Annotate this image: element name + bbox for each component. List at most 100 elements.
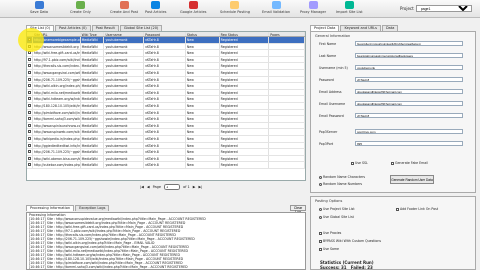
table-cell: [269, 56, 306, 63]
column-header[interactable]: Pages: [269, 32, 306, 36]
table-row[interactable]: http://www.someslidekit.org MediaWiki yout…: [27, 43, 306, 51]
table-row[interactable]: http://cutebor.com/index.php/WikiMediaWi…: [27, 162, 306, 169]
field-row: Email Address: [319, 89, 474, 94]
use-ssl-checkbox[interactable]: Use SSL: [351, 161, 368, 165]
column-header[interactable]: Password: [144, 32, 186, 36]
table-cell: Registered: [220, 109, 270, 116]
table-cell: [269, 37, 306, 43]
table-row[interactable]: http://thecalls.sis.com/index.phpMediaWi…: [27, 63, 306, 70]
field-input[interactable]: [355, 65, 463, 70]
generate-random-user-data-button[interactable]: Generate Random User Data: [390, 175, 434, 184]
table-cell: [269, 122, 306, 129]
table-row[interactable]: http://wiki.milo.net/mediawiki/index.php…: [27, 89, 306, 97]
table-row[interactable]: http://180.128.10.105/wiki/index.phpMedi…: [27, 102, 306, 110]
field-row: Username (min 5): [319, 65, 474, 70]
table-cell: [269, 76, 306, 83]
table-cell: New: [186, 155, 220, 162]
table-row[interactable]: http://www.gangsirai.com/wiki/index.phpM…: [27, 69, 306, 77]
table-cell: Registered: [220, 37, 270, 43]
field-input[interactable]: [355, 101, 463, 106]
table-row[interactable]: http://wikipedia.in/index.php MediaWiki yo…: [27, 135, 306, 143]
proxy-manager-button[interactable]: Proxy Manager: [300, 1, 326, 17]
table-cell: [269, 155, 306, 162]
project-select[interactable]: page1: [415, 5, 472, 12]
email-validation-button[interactable]: Email Validation: [262, 1, 290, 17]
random-chars-radio[interactable]: Random Name Characters: [319, 175, 365, 179]
add-footer-link-checkbox[interactable]: Add Footer Link On Post: [396, 207, 438, 211]
table-cell: vKTaHr.8: [144, 142, 186, 149]
create-and-post-button[interactable]: Create And Post: [110, 1, 138, 17]
use-project-site-list-radio[interactable]: Use Project Site List: [319, 207, 355, 211]
use-global-site-list-radio[interactable]: Use Global Site List: [319, 215, 354, 219]
clear-log-button[interactable]: Clear Log: [290, 205, 306, 214]
checkbox-box: [28, 130, 31, 134]
tab-processing-information[interactable]: Processing Information: [26, 205, 75, 211]
column-header[interactable]: Status: [186, 32, 220, 36]
generate-fake-email-label: Generate Fake Email: [395, 161, 428, 165]
option-box: [319, 231, 322, 235]
column-header[interactable]: Reg Status: [220, 32, 270, 36]
column-header[interactable]: Username: [104, 32, 145, 36]
field-input[interactable]: [355, 113, 463, 118]
prev-page-button[interactable]: ◀: [147, 185, 150, 189]
table-cell: Registered: [220, 56, 270, 63]
tab-exception-logs[interactable]: Exception Logs: [75, 205, 110, 211]
table-cell: http://206.71.109.225/~ggshowie: [33, 76, 81, 83]
use-proxies-checkbox[interactable]: Use Proxies: [319, 231, 341, 235]
table-cell: [269, 162, 306, 168]
create-only-button[interactable]: Create Only: [70, 1, 91, 17]
table-cell: MediaWiki: [81, 102, 105, 109]
table-row[interactable]: http://wiki.oberon.bisa.com/index.phpMed…: [27, 155, 306, 163]
next-page-button[interactable]: ▶: [193, 185, 196, 189]
project-label: Project: [400, 6, 414, 11]
save-data-button[interactable]: Save Data: [30, 1, 48, 17]
table-cell: youtubemonk: [104, 37, 145, 43]
google-icon: [188, 1, 198, 9]
table-row[interactable]: http://206.71.109.225/~ggshowieMediaWiki…: [27, 149, 306, 156]
use-same-checkbox[interactable]: Use Same: [319, 247, 339, 251]
last-page-button[interactable]: ▶|: [198, 185, 202, 189]
schedule-posting-button[interactable]: Schedule Posting: [220, 1, 250, 17]
table-cell: youtubemonk: [104, 116, 145, 122]
column-header[interactable]: Wiki Type: [81, 32, 105, 36]
table-cell: MediaWiki: [81, 122, 105, 129]
table-row[interactable]: http://ggiedlediteditwi.info/index.phpMe…: [27, 142, 306, 150]
import-site-list-button[interactable]: Import Site List: [336, 1, 363, 17]
field-input[interactable]: [355, 77, 463, 82]
table-cell: youtubemonk: [104, 96, 145, 102]
post-articles-button[interactable]: Post Articles: [145, 1, 167, 17]
table-row[interactable]: http://www.spinweb.com/wiki/index.phpMed…: [27, 129, 306, 136]
table-cell: Registered: [220, 162, 270, 168]
table-row[interactable]: http://wiki.free-gift-card.us/index.phpM…: [27, 50, 306, 57]
table-cell: youtubemonk: [104, 109, 145, 116]
field-label: Email Username: [319, 101, 346, 106]
table-cell: vKTaHr.8: [144, 76, 186, 83]
table-cell: MediaWiki: [81, 116, 105, 122]
field-input[interactable]: [355, 53, 463, 58]
field-input[interactable]: [355, 89, 463, 94]
table-row[interactable]: http://97.1.pbiz.com/wiki/index.phpMedia…: [27, 56, 306, 64]
field-input[interactable]: [355, 41, 463, 46]
cursor-highlight: [18, 28, 44, 52]
table-cell: MediaWiki: [81, 76, 105, 83]
table-row[interactable]: http://206.71.109.225/~ggshowieMediaWiki…: [27, 76, 306, 84]
table-row[interactable]: http://wiki.alkin.org/index.php MediaWiki…: [27, 83, 306, 90]
page-input[interactable]: [164, 184, 181, 190]
table-row[interactable]: http://onemorebigexample.com/MediaWiki yo…: [27, 37, 306, 44]
bypass-wiki-checkbox[interactable]: BYPASS Wiki With Custom Questions: [319, 239, 381, 243]
table-row[interactable]: http://wiki.hdteam.org/w/index.phpMediaW…: [27, 96, 306, 103]
random-numbers-radio[interactable]: Random Name Numbers: [319, 182, 362, 186]
table-cell: Registered: [220, 63, 270, 69]
table-cell: Registered: [220, 149, 270, 155]
table-row[interactable]: http://www.spinlaunchnow.com/wiki/index.…: [27, 122, 306, 130]
table-row[interactable]: http://pimlotfave.com/wiki/index.phpMedi…: [27, 109, 306, 117]
generate-fake-email-checkbox[interactable]: Generate Fake Email: [391, 161, 428, 165]
field-input[interactable]: [355, 129, 463, 134]
field-input[interactable]: [355, 141, 463, 146]
field-label: Pop3Server: [319, 129, 338, 134]
table-cell: New: [186, 142, 220, 149]
table-row[interactable]: http://tomml-sahoJ3.com/wiki/index.phpMe…: [27, 116, 306, 123]
table-cell: vKTaHr.8: [144, 129, 186, 135]
first-page-button[interactable]: |◀: [140, 185, 144, 189]
google-articles-button[interactable]: Google Articles: [180, 1, 207, 17]
